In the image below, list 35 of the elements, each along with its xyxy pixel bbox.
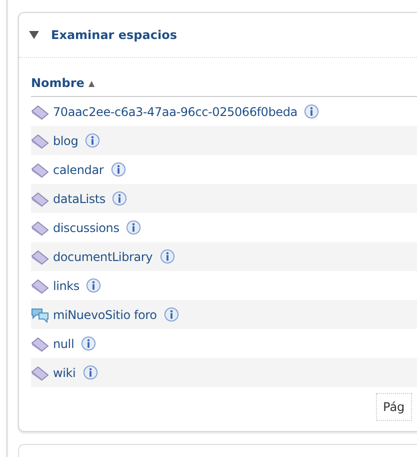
info-icon[interactable]: [164, 307, 179, 322]
folder-icon: [31, 132, 49, 148]
folder-icon: [31, 190, 49, 206]
folder-icon: [31, 104, 49, 120]
info-icon[interactable]: [110, 162, 126, 177]
speech-bubbles-icon: [31, 306, 49, 322]
space-name-link[interactable]: wiki: [53, 366, 76, 380]
collapse-triangle-icon[interactable]: [29, 30, 39, 40]
info-icon[interactable]: [112, 191, 128, 206]
space-name-link[interactable]: discussions: [53, 220, 120, 234]
space-name-link[interactable]: links: [53, 278, 80, 292]
space-name-link[interactable]: null: [53, 336, 74, 350]
space-name-link[interactable]: calendar: [53, 162, 104, 176]
folder-icon: [31, 278, 49, 294]
column-header[interactable]: Nombre: [31, 76, 84, 90]
info-icon[interactable]: [304, 104, 320, 119]
folder-icon: [31, 220, 49, 236]
folder-icon: [31, 162, 49, 178]
space-name-link[interactable]: miNuevoSitio foro: [53, 308, 157, 322]
folder-icon: [31, 336, 49, 352]
sort-indicator[interactable]: ▲: [88, 78, 95, 88]
info-icon[interactable]: [126, 220, 142, 235]
info-icon[interactable]: [81, 336, 96, 351]
space-name-link[interactable]: dataLists: [53, 192, 106, 206]
space-name-link[interactable]: documentLibrary: [53, 250, 153, 264]
space-name-link[interactable]: blog: [53, 134, 78, 148]
info-icon[interactable]: [85, 133, 100, 148]
folder-icon: [31, 248, 49, 264]
info-icon[interactable]: [160, 249, 175, 264]
info-icon[interactable]: [86, 278, 102, 293]
pagination-control[interactable]: Pág: [376, 393, 412, 421]
folder-icon: [31, 364, 49, 380]
space-name-link[interactable]: 70aac2ee-c6a3-47aa-96cc-025066f0beda: [53, 104, 298, 118]
panel-title: Examinar espacios: [51, 28, 177, 42]
info-icon[interactable]: [82, 365, 98, 380]
